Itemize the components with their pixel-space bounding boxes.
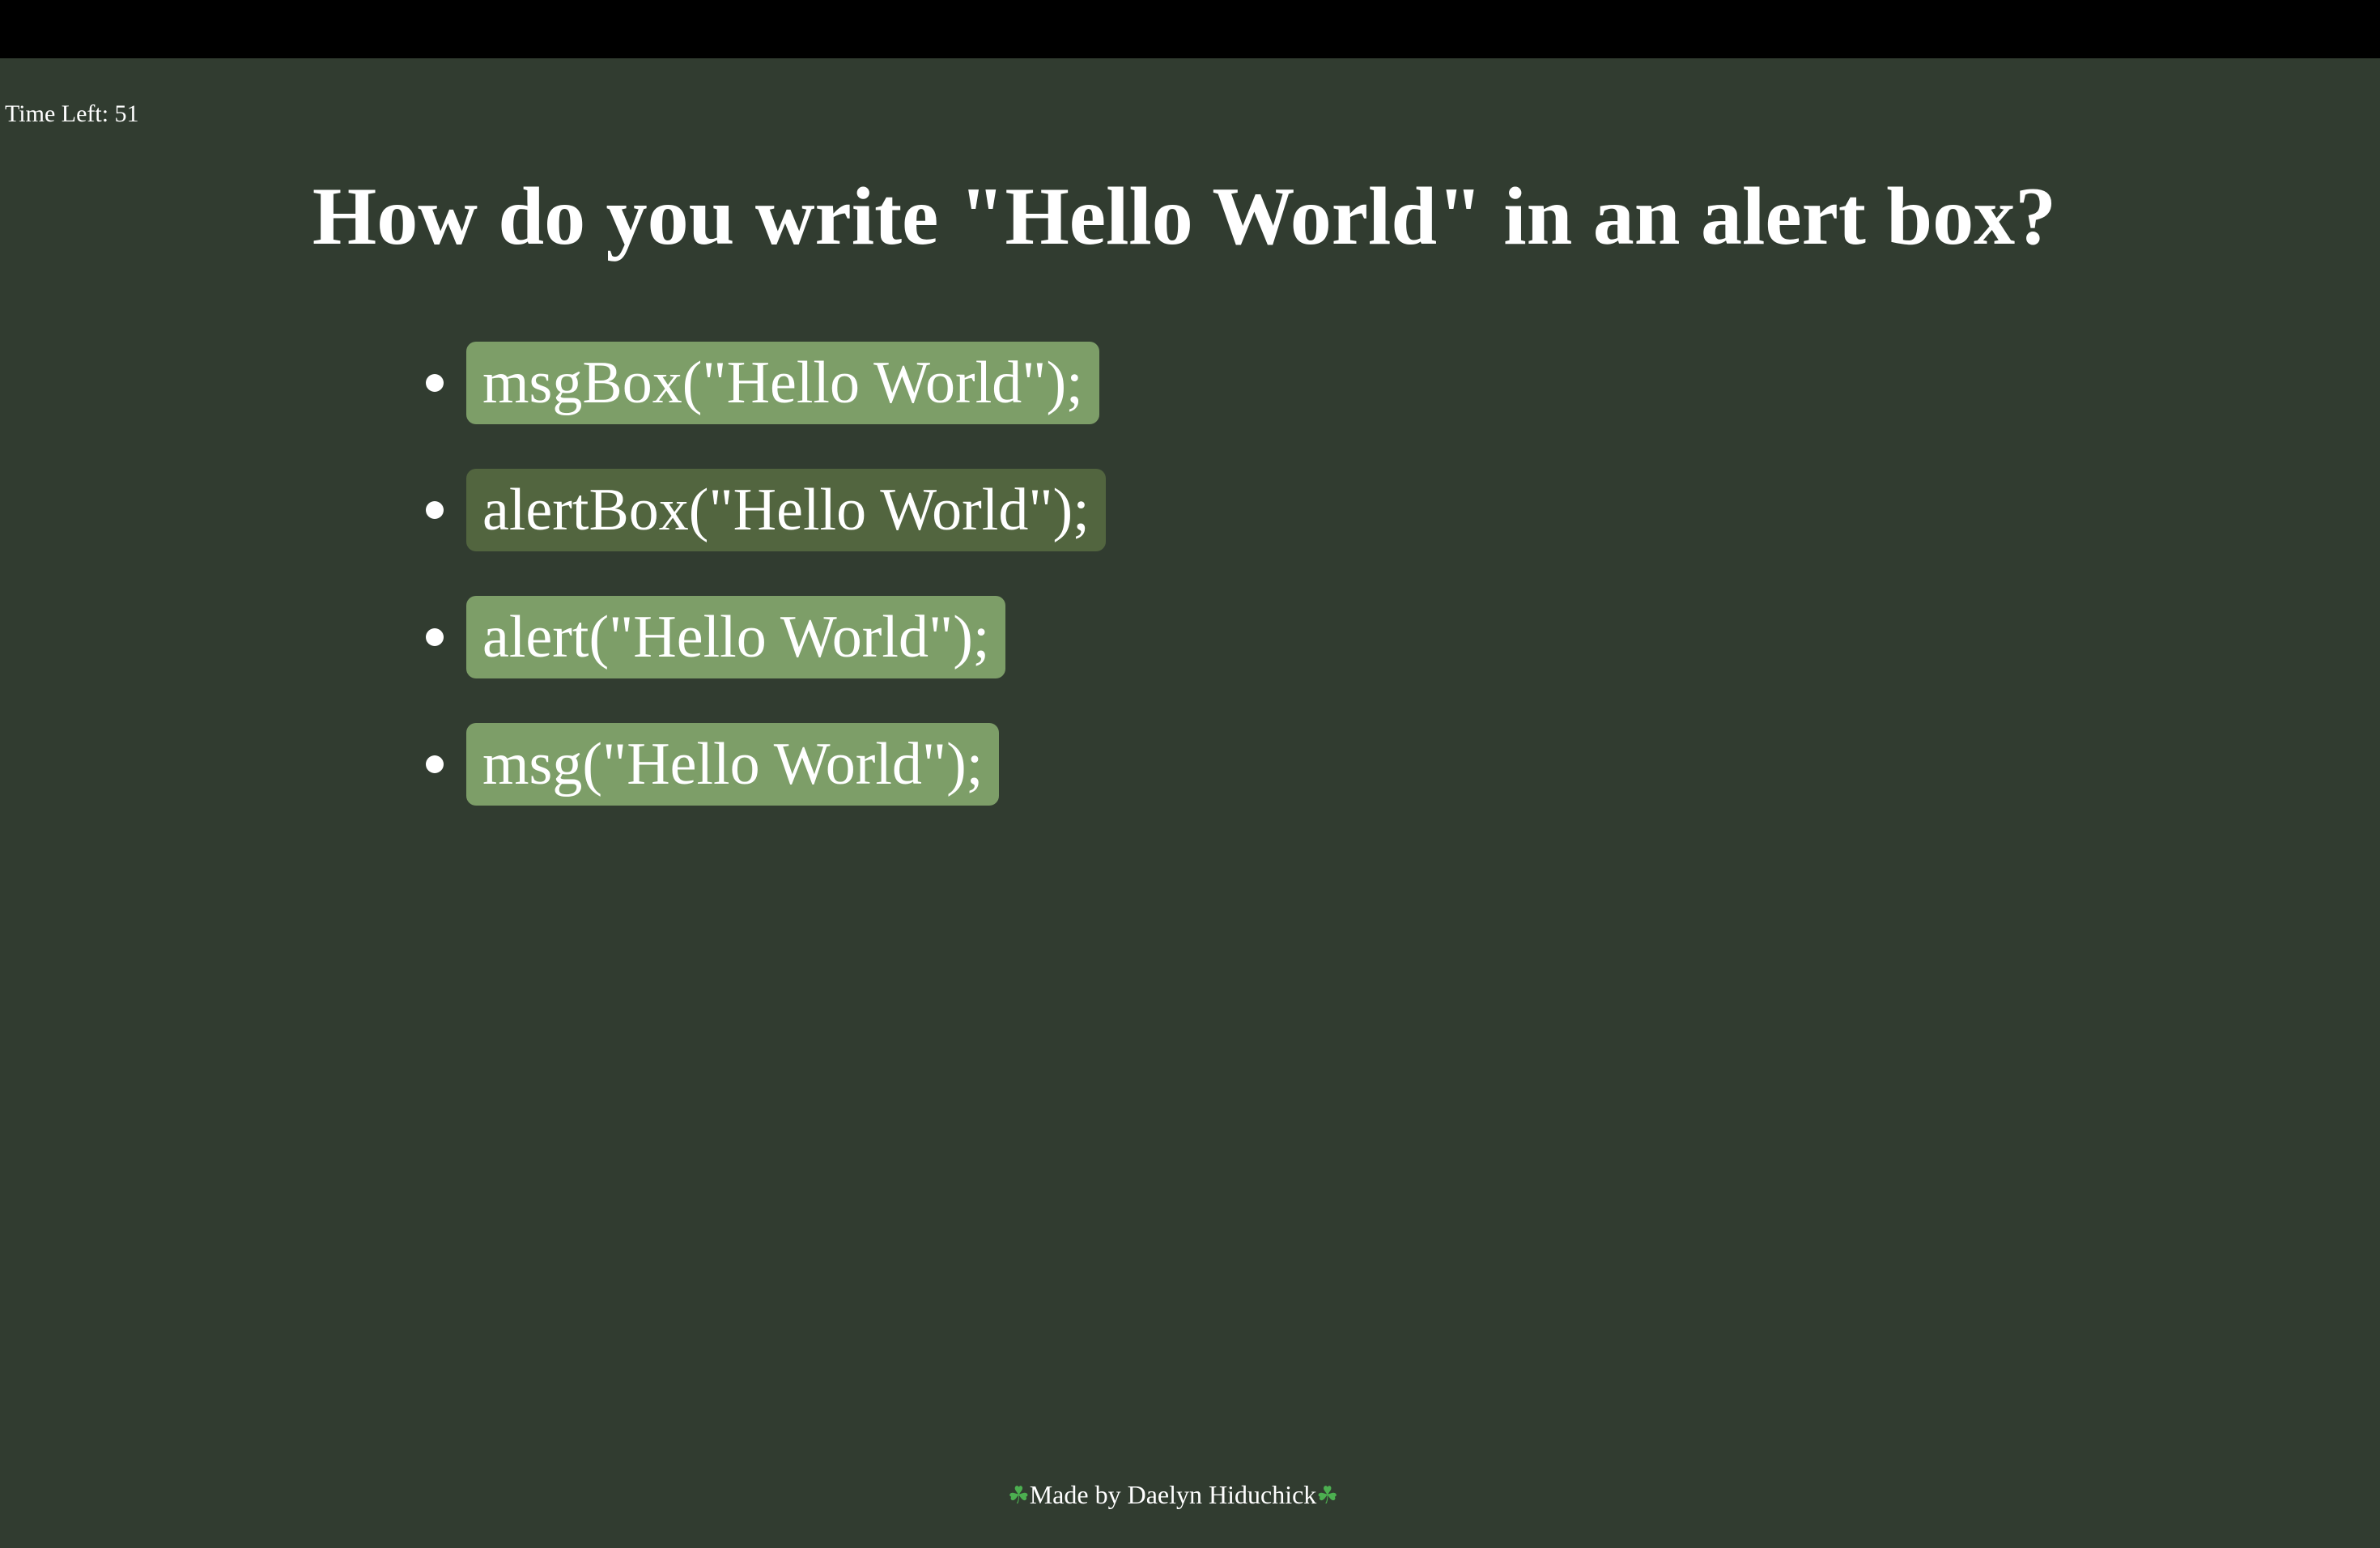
browser-top-bar [0,0,2380,58]
list-item: alertBox("Hello World"); [380,469,1106,551]
bullet-icon [426,374,444,392]
footer-text: Made by Daelyn Hiduchick [1029,1480,1317,1509]
answer-button-msgbox[interactable]: msgBox("Hello World"); [466,342,1099,424]
list-item: msgBox("Hello World"); [380,342,1106,424]
answer-choices-list: msgBox("Hello World"); alertBox("Hello W… [380,342,1106,850]
answer-button-alert[interactable]: alert("Hello World"); [466,596,1006,678]
bullet-icon [426,755,444,773]
list-item: alert("Hello World"); [380,596,1106,678]
bullet-icon [426,501,444,519]
answer-button-msg[interactable]: msg("Hello World"); [466,723,1000,806]
bullet-icon [426,628,444,646]
footer-credit: ☘Made by Daelyn Hiduchick☘ [0,1474,2346,1517]
clover-icon: ☘ [1316,1482,1339,1510]
answer-button-alertbox[interactable]: alertBox("Hello World"); [466,469,1106,551]
clover-icon: ☘ [1007,1482,1030,1510]
list-item: msg("Hello World"); [380,723,1106,806]
question-heading: How do you write "Hello World" in an ale… [312,171,2057,262]
time-left-counter: Time Left: 51 [5,100,139,127]
